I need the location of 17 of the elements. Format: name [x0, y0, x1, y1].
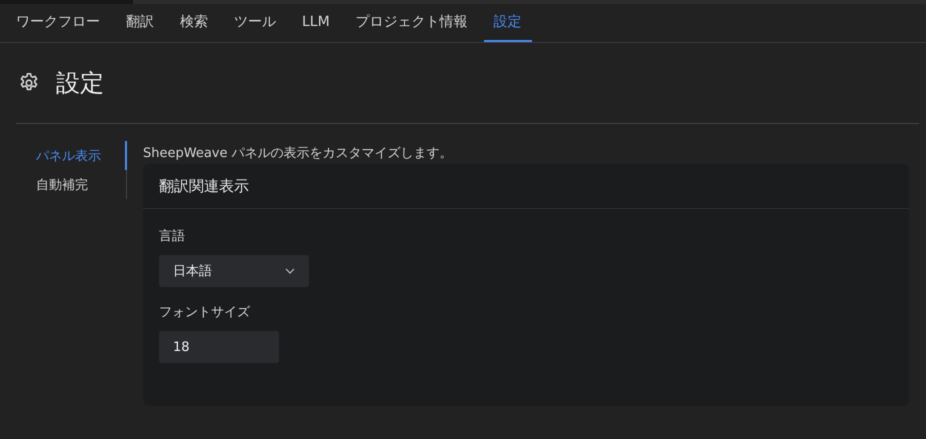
tab[interactable]: 検索	[170, 4, 218, 42]
card-title: 翻訳関連表示	[159, 176, 249, 196]
chevron-down-icon	[285, 268, 295, 274]
field-label: フォントサイズ	[159, 304, 250, 321]
description-text: SheepWeave パネルの表示をカスタマイズします。	[143, 145, 454, 162]
sidebar-item[interactable]: 自動補完	[16, 170, 127, 199]
tab[interactable]: ワークフロー	[6, 4, 110, 42]
tab[interactable]: LLM	[292, 4, 340, 42]
page-title: 設定	[56, 68, 104, 99]
field-label: 言語	[159, 228, 185, 245]
tab[interactable]: プロジェクト情報	[346, 4, 478, 42]
tab[interactable]: ツール	[224, 4, 286, 42]
sidebar-item[interactable]: パネル表示	[16, 141, 127, 170]
font-size-field[interactable]: 18	[159, 331, 279, 363]
tab[interactable]: 翻訳	[116, 4, 164, 42]
tab[interactable]: 設定	[484, 4, 532, 42]
language-select[interactable]: 日本語	[159, 255, 309, 287]
